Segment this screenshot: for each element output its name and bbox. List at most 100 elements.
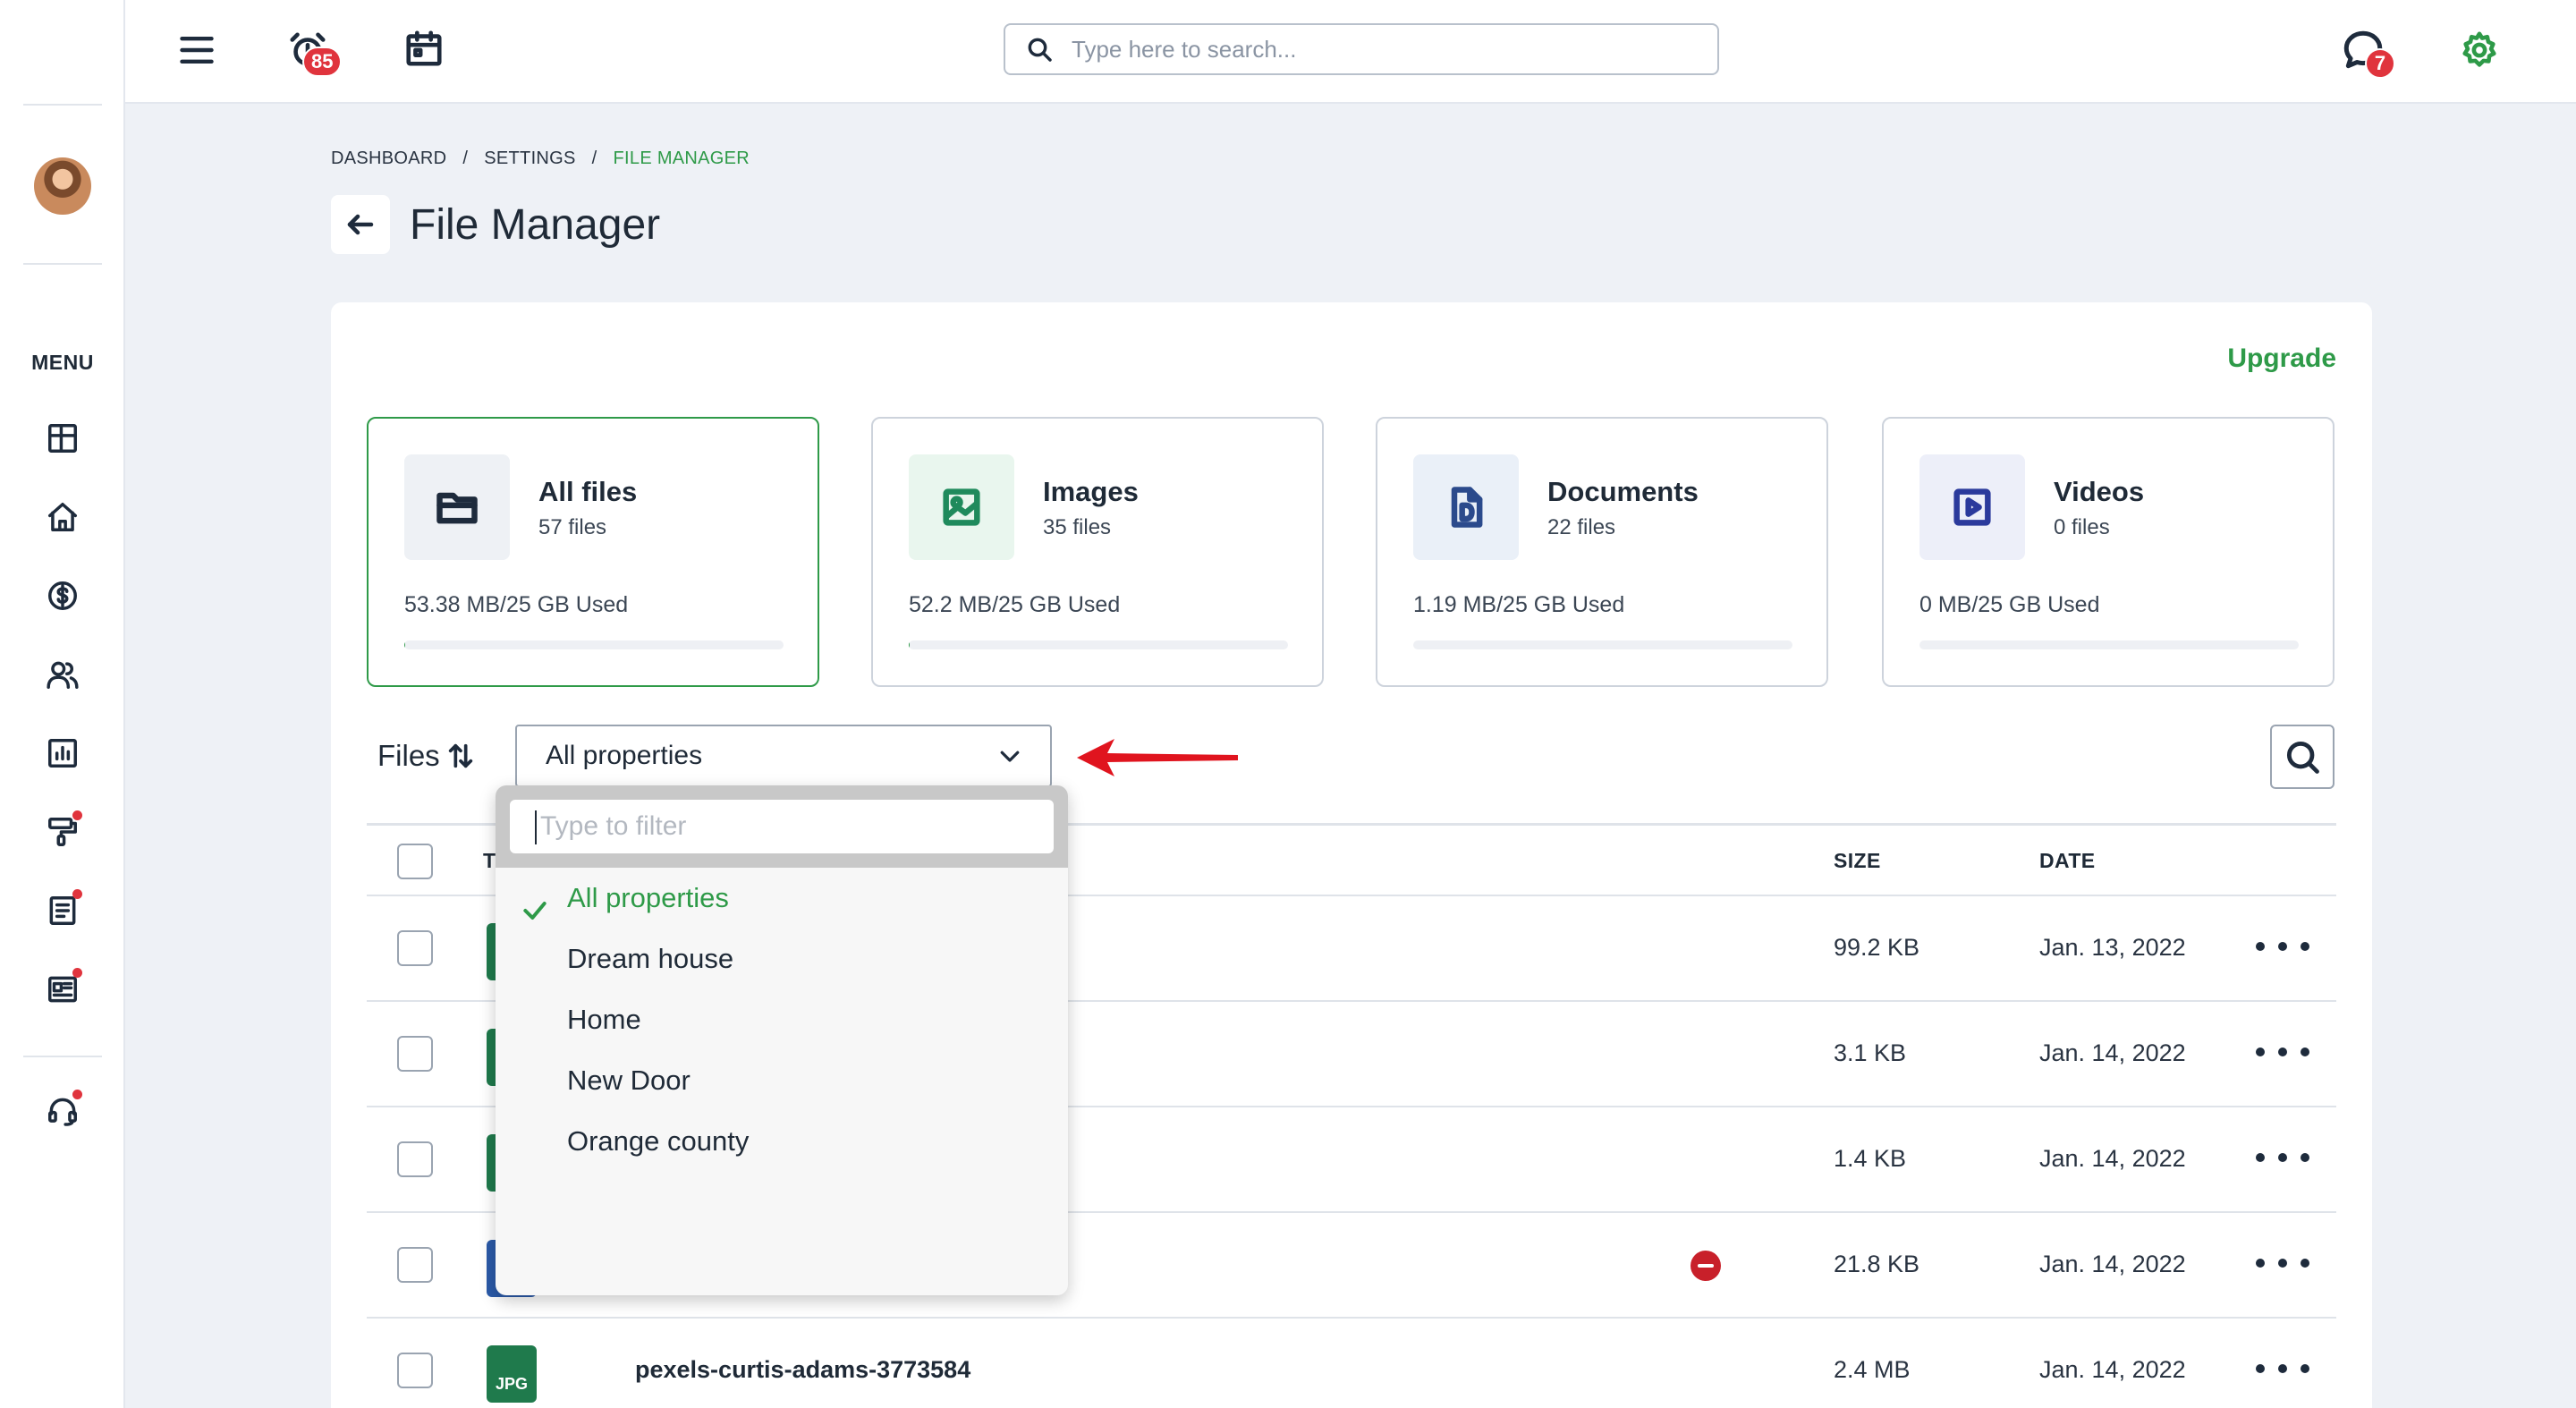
dropdown-filter-input[interactable] bbox=[510, 800, 1054, 853]
users-icon bbox=[47, 661, 79, 689]
gear-icon bbox=[2462, 31, 2496, 67]
stat-card-images[interactable]: Images 35 files 52.2 MB/25 GB Used bbox=[871, 417, 1324, 687]
stat-used: 1.19 MB/25 GB Used bbox=[1413, 592, 1625, 617]
file-size: 2.4 MB bbox=[1834, 1356, 1911, 1383]
menu-label: MENU bbox=[31, 351, 94, 374]
sidebar-divider bbox=[23, 263, 102, 265]
calendar-icon bbox=[406, 30, 442, 66]
video-icon bbox=[1953, 488, 1991, 526]
more-actions-button[interactable] bbox=[2256, 929, 2309, 964]
table-row[interactable]: JPG pexels-curtis-adams-3773584 2.4 MB J… bbox=[367, 1319, 2336, 1408]
file-date: Jan. 14, 2022 bbox=[2039, 1356, 2186, 1383]
dropdown-option-dream-house[interactable]: Dream house bbox=[567, 943, 733, 975]
sidebar-item-dashboard[interactable] bbox=[41, 417, 84, 460]
notification-dot bbox=[72, 1090, 82, 1099]
folder-icon bbox=[436, 492, 478, 524]
hamburger-menu-button[interactable] bbox=[172, 25, 222, 75]
notification-dot bbox=[72, 889, 82, 899]
row-checkbox[interactable] bbox=[397, 1036, 433, 1072]
file-name[interactable]: pexels-curtis-adams-3773584 bbox=[635, 1356, 970, 1384]
dropdown-option-home[interactable]: Home bbox=[567, 1004, 641, 1036]
sort-arrows-icon bbox=[448, 743, 472, 768]
breadcrumb-dashboard[interactable]: DASHBOARD bbox=[331, 148, 446, 169]
stat-name: Videos bbox=[2054, 476, 2145, 507]
more-actions-button[interactable] bbox=[2256, 1245, 2309, 1281]
sidebar-item-home[interactable] bbox=[41, 496, 84, 539]
breadcrumb-file-manager: FILE MANAGER bbox=[613, 148, 750, 168]
stat-card-videos[interactable]: Videos 0 files 0 MB/25 GB Used bbox=[1882, 417, 2334, 687]
stat-count: 57 files bbox=[538, 515, 607, 539]
calendar-button[interactable] bbox=[399, 23, 449, 73]
back-button[interactable] bbox=[331, 195, 390, 254]
headset-icon bbox=[48, 1098, 77, 1126]
stat-card-documents[interactable]: Documents 22 files 1.19 MB/25 GB Used bbox=[1376, 417, 1828, 687]
newspaper-icon bbox=[48, 976, 77, 1003]
row-checkbox[interactable] bbox=[397, 1141, 433, 1177]
sidebar-item-support[interactable] bbox=[41, 1090, 84, 1132]
sidebar-item-reports[interactable] bbox=[41, 732, 84, 775]
file-size: 21.8 KB bbox=[1834, 1251, 1920, 1277]
sidebar-divider bbox=[23, 1056, 102, 1057]
stat-count: 35 files bbox=[1043, 515, 1112, 539]
file-search-button[interactable] bbox=[2270, 725, 2334, 789]
chat-button[interactable]: 7 bbox=[2338, 25, 2395, 79]
text-caret bbox=[535, 810, 537, 844]
column-header-size[interactable]: SIZE bbox=[1834, 849, 1881, 873]
dropdown-option-all-properties[interactable]: All properties bbox=[567, 882, 729, 914]
no-entry-icon[interactable] bbox=[1690, 1251, 1721, 1281]
usage-bar-fill bbox=[404, 640, 405, 649]
document-list-icon bbox=[49, 896, 76, 925]
stat-name: Images bbox=[1043, 476, 1139, 507]
bar-chart-icon bbox=[48, 739, 77, 768]
global-search[interactable] bbox=[1004, 23, 1719, 75]
red-arrow-annotation bbox=[1077, 739, 1238, 776]
file-date: Jan. 14, 2022 bbox=[2039, 1145, 2186, 1172]
arrow-left-icon bbox=[347, 214, 374, 235]
sidebar-item-documents[interactable] bbox=[41, 889, 84, 932]
sidebar-item-listings[interactable] bbox=[41, 968, 84, 1011]
stat-count: 0 files bbox=[2054, 515, 2110, 539]
home-icon bbox=[48, 503, 77, 531]
column-header-type[interactable]: T bbox=[483, 849, 496, 873]
row-checkbox[interactable] bbox=[397, 930, 433, 966]
usage-bar bbox=[1919, 640, 2299, 649]
settings-button[interactable] bbox=[2454, 25, 2504, 75]
usage-bar bbox=[909, 640, 1288, 649]
row-checkbox[interactable] bbox=[397, 1247, 433, 1283]
sidebar-item-maintenance[interactable] bbox=[41, 810, 84, 853]
notification-dot bbox=[72, 968, 82, 978]
sidebar-item-users[interactable] bbox=[41, 653, 84, 696]
image-icon bbox=[943, 488, 980, 526]
files-sort-button[interactable]: Files bbox=[377, 739, 476, 773]
file-date: Jan. 13, 2022 bbox=[2039, 934, 2186, 961]
avatar[interactable] bbox=[34, 157, 91, 215]
stat-used: 53.38 MB/25 GB Used bbox=[404, 592, 629, 617]
more-actions-button[interactable] bbox=[2256, 1034, 2309, 1070]
stat-name: Documents bbox=[1547, 476, 1699, 507]
stat-used: 52.2 MB/25 GB Used bbox=[909, 592, 1121, 617]
search-input[interactable] bbox=[1072, 35, 1680, 64]
dropdown-option-new-door[interactable]: New Door bbox=[567, 1064, 691, 1097]
column-header-date[interactable]: DATE bbox=[2039, 849, 2096, 873]
row-checkbox[interactable] bbox=[397, 1353, 433, 1388]
more-actions-button[interactable] bbox=[2256, 1140, 2309, 1175]
property-select[interactable]: All properties bbox=[515, 725, 1052, 787]
usage-bar-fill bbox=[909, 640, 910, 649]
dropdown-filter-area bbox=[496, 785, 1068, 868]
file-date: Jan. 14, 2022 bbox=[2039, 1039, 2186, 1066]
dropdown-option-orange-county[interactable]: Orange county bbox=[567, 1125, 749, 1158]
alarm-badge: 85 bbox=[302, 47, 343, 77]
select-all-checkbox[interactable] bbox=[397, 844, 433, 879]
upgrade-link[interactable]: Upgrade bbox=[2227, 344, 2336, 374]
sidebar-item-finance[interactable] bbox=[41, 574, 84, 617]
breadcrumb-settings[interactable]: SETTINGS bbox=[484, 148, 575, 169]
file-date: Jan. 14, 2022 bbox=[2039, 1251, 2186, 1277]
alarm-button[interactable]: 85 bbox=[283, 25, 343, 77]
breadcrumb-separator: / bbox=[462, 148, 469, 168]
stat-card-all-files[interactable]: All files 57 files 53.38 MB/25 GB Used bbox=[367, 417, 819, 687]
notification-dot bbox=[72, 810, 82, 820]
chat-badge: 7 bbox=[2365, 48, 2395, 79]
stat-icon-box bbox=[1919, 454, 2025, 560]
more-actions-button[interactable] bbox=[2256, 1351, 2309, 1387]
hamburger-icon bbox=[180, 36, 214, 64]
